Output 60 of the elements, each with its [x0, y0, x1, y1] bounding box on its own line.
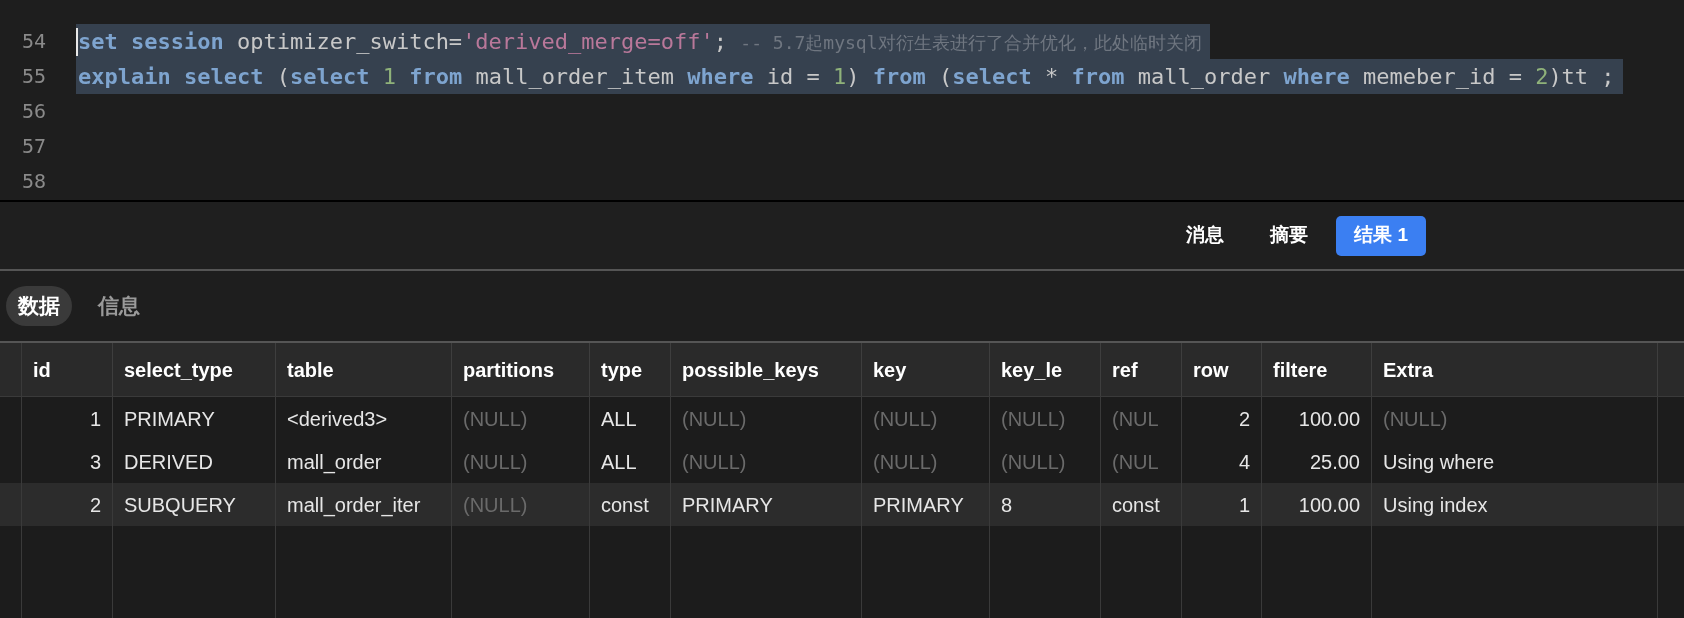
table-cell-text: <derived3> [287, 406, 388, 432]
view-tab[interactable]: 数据 [6, 286, 72, 326]
table-cell-text: SUBQUERY [124, 492, 236, 518]
table-cell-text: PRIMARY [682, 492, 773, 518]
table-cell-text: 100.00 [1298, 406, 1360, 432]
line-number: 58 [21, 168, 48, 195]
table-cell-text: 1 [1238, 492, 1250, 518]
table-cell-text: DERIVED [124, 449, 213, 475]
table-cell-text: PRIMARY [124, 406, 215, 432]
view-tab[interactable]: 信息 [86, 286, 152, 326]
table-cell-text: (NUL [1112, 406, 1159, 432]
text-cursor [76, 27, 78, 56]
table-cell-text: 100.00 [1298, 492, 1360, 518]
column-header[interactable]: select_type [113, 343, 276, 396]
table-cell-text: (NULL) [1383, 406, 1448, 432]
line-number: 57 [21, 133, 48, 160]
column-header[interactable]: id [22, 343, 113, 396]
result-tab[interactable]: 结果 1 [1336, 215, 1426, 256]
table-cell-text: 2 [1238, 406, 1250, 432]
column-header[interactable]: ref [1101, 343, 1182, 396]
table-cell-text: PRIMARY [873, 492, 964, 518]
column-header[interactable]: possible_keys [671, 343, 862, 396]
table-cell-text: 25.00 [1309, 449, 1360, 475]
column-header[interactable]: key [862, 343, 990, 396]
result-tab[interactable]: 消息 [1168, 215, 1243, 256]
table-cell-text: Using where [1383, 449, 1495, 475]
table-cell-text: (NULL) [682, 449, 747, 475]
column-header[interactable]: filtere [1262, 343, 1372, 396]
column-header[interactable]: partitions [452, 343, 590, 396]
table-row[interactable]: 2 SUBQUERY mall_order_iter (NULL) const PRIMARY PRIMARY 8 const 1 100.00 Using index [0, 483, 1684, 526]
table-cell-text: 3 [89, 449, 101, 475]
table-cell-text: 2 [89, 492, 101, 518]
table-cell-text: (NULL) [873, 449, 938, 475]
table-cell-text: ALL [601, 449, 637, 475]
table-cell-text: 4 [1238, 449, 1250, 475]
column-header[interactable]: table [276, 343, 452, 396]
column-header[interactable]: row [1182, 343, 1262, 396]
table-cell-text: (NULL) [682, 406, 747, 432]
column-header[interactable]: type [590, 343, 671, 396]
table-cell-text: Using index [1383, 492, 1488, 518]
table-cell-text: (NULL) [873, 406, 938, 432]
table-cell-text: ALL [601, 406, 637, 432]
column-header[interactable]: key_le [990, 343, 1101, 396]
table-cell-text: (NULL) [463, 406, 528, 432]
table-cell-text: (NUL [1112, 449, 1159, 475]
column-header[interactable]: Extra [1372, 343, 1658, 396]
table-cell-text: 8 [1001, 492, 1013, 518]
table-cell-text: mall_order_iter [287, 492, 421, 519]
line-number: 55 [21, 63, 48, 90]
table-cell-text: (NULL) [463, 492, 528, 518]
result-tab[interactable]: 摘要 [1252, 215, 1327, 256]
table-cell-text: const [601, 492, 649, 518]
table-cell-text: mall_order [287, 449, 382, 476]
line-number: 54 [21, 28, 48, 55]
table-cell-text: (NULL) [1001, 406, 1066, 432]
table-cell-text: (NULL) [463, 449, 528, 475]
line-number: 56 [21, 98, 48, 125]
table-cell-text: 1 [89, 406, 101, 432]
table-cell-text: (NULL) [1001, 449, 1066, 475]
table-cell-text: const [1112, 492, 1160, 518]
